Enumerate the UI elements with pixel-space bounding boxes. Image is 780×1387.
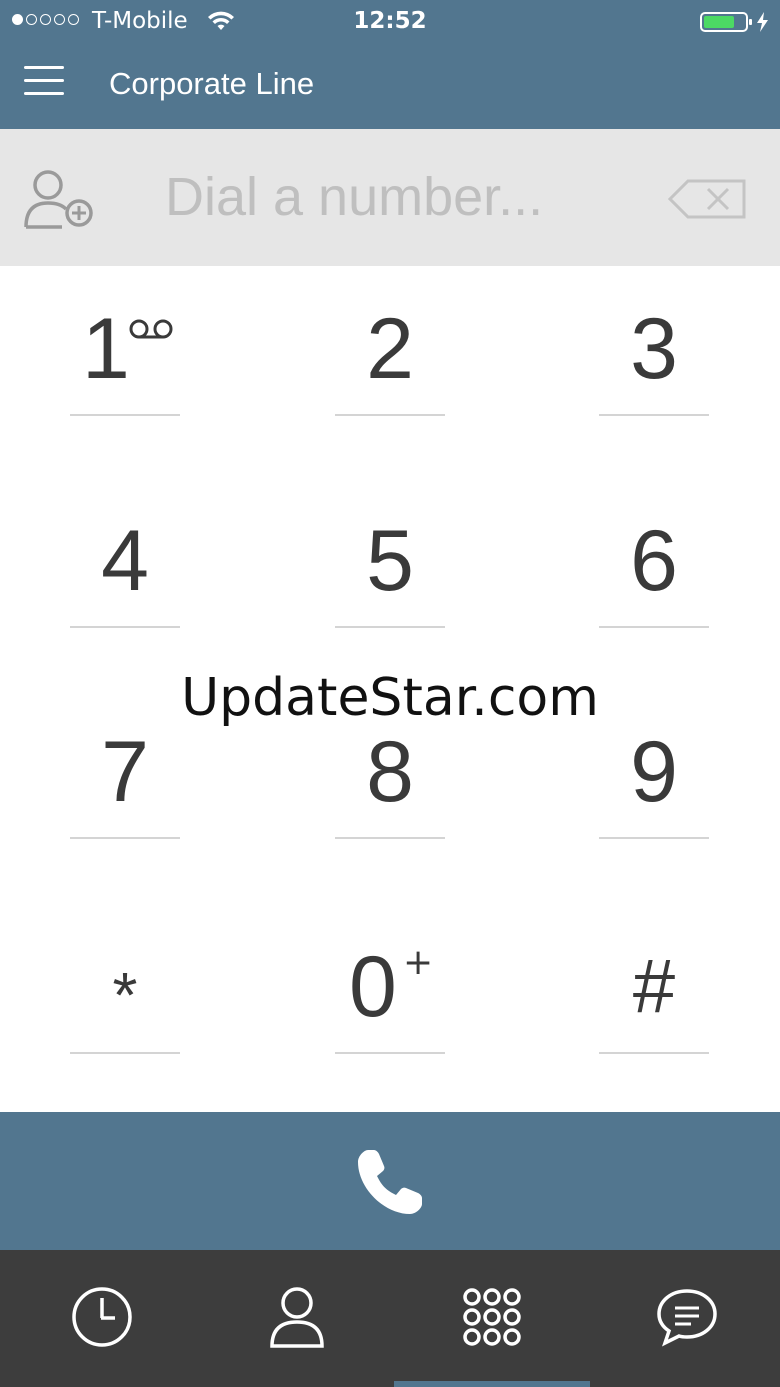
top-bar: T-Mobile 12:52 Corporate Line <box>0 0 780 129</box>
voicemail-icon <box>129 319 173 339</box>
add-contact-icon[interactable] <box>22 167 98 231</box>
chat-icon <box>657 1289 717 1347</box>
hamburger-menu-icon[interactable] <box>24 66 64 106</box>
bottom-tab-bar <box>0 1250 780 1387</box>
backspace-icon[interactable] <box>668 179 746 219</box>
key-digit: * <box>112 959 138 1031</box>
key-2[interactable]: 2 <box>335 266 445 416</box>
page-title: Corporate Line <box>109 66 315 101</box>
key-digit: 6 <box>630 513 678 609</box>
status-bar: T-Mobile 12:52 <box>0 0 780 44</box>
tab-messages[interactable] <box>589 1250 780 1387</box>
key-3[interactable]: 3 <box>599 266 709 416</box>
status-time: 12:52 <box>353 8 427 34</box>
clock-icon <box>72 1287 132 1347</box>
key-hash[interactable]: # <box>599 904 709 1054</box>
keypad-icon <box>463 1288 521 1346</box>
key-digit: 2 <box>366 301 414 397</box>
contact-icon <box>270 1287 324 1348</box>
active-tab-indicator <box>394 1381 590 1387</box>
key-1[interactable]: 1 <box>70 266 180 416</box>
key-digit: 5 <box>366 513 414 609</box>
key-4[interactable]: 4 <box>70 478 180 628</box>
tab-recents[interactable] <box>4 1250 199 1387</box>
call-button[interactable] <box>0 1112 780 1250</box>
watermark: UpdateStar.com <box>181 668 599 728</box>
tab-keypad[interactable] <box>394 1250 589 1387</box>
tab-contacts[interactable] <box>199 1250 394 1387</box>
key-0[interactable]: 0 + <box>335 904 445 1054</box>
key-digit: # <box>632 944 676 1029</box>
dial-bar <box>0 129 780 266</box>
battery-icon <box>700 12 768 32</box>
key-digit: 3 <box>630 301 678 397</box>
key-star[interactable]: * <box>70 904 180 1054</box>
phone-icon <box>358 1150 422 1214</box>
key-6[interactable]: 6 <box>599 478 709 628</box>
key-5[interactable]: 5 <box>335 478 445 628</box>
key-digit: 8 <box>366 724 414 820</box>
key-plus-label: + <box>403 942 434 983</box>
app-header: Corporate Line <box>0 44 780 129</box>
key-digit: 9 <box>630 724 678 820</box>
key-digit: 7 <box>101 724 149 820</box>
key-digit: 4 <box>101 513 149 609</box>
dial-number-input[interactable] <box>165 159 635 235</box>
